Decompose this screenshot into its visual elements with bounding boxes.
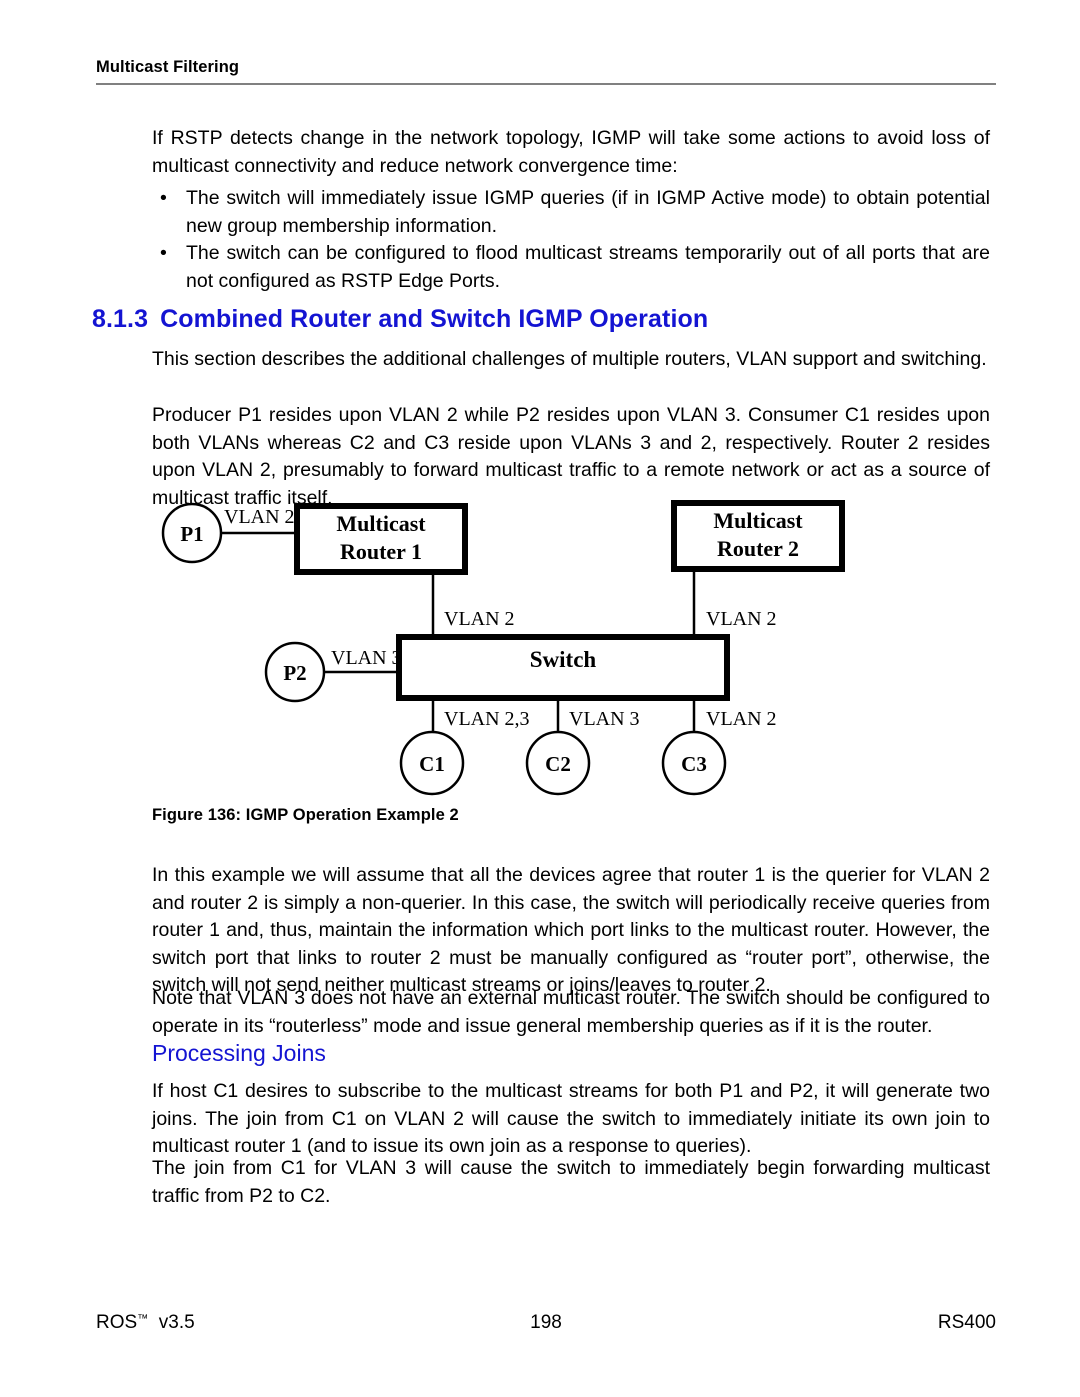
node-p1-label: P1 <box>180 522 203 546</box>
subsection-paragraph-2-block: The join from C1 for VLAN 3 will cause t… <box>152 1155 990 1210</box>
intro-bullet-list: • The switch will immediately issue IGMP… <box>152 185 990 295</box>
link-label-p2-switch: VLAN 3 <box>331 647 402 669</box>
subsection-heading: Processing Joins <box>152 1040 326 1066</box>
page-header-rule <box>96 82 996 85</box>
link-label-switch-c3: VLAN 2 <box>706 708 777 730</box>
list-item: • The switch will immediately issue IGMP… <box>152 185 990 240</box>
discussion-paragraph-1: In this example we will assume that all … <box>152 864 990 996</box>
discussion-paragraph-2-block: Note that VLAN 3 does not have an extern… <box>152 985 990 1040</box>
node-p2-label: P2 <box>283 661 306 685</box>
section-paragraph-2: Producer P1 resides upon VLAN 2 while P2… <box>152 404 990 509</box>
node-c2-label: C2 <box>545 752 571 776</box>
link-label-p1-router1: VLAN 2 <box>224 506 295 528</box>
node-c1-label: C1 <box>419 752 445 776</box>
subsection-paragraph-1: If host C1 desires to subscribe to the m… <box>152 1080 990 1157</box>
link-label-router1-switch: VLAN 2 <box>444 608 515 630</box>
list-item-label: The switch can be configured to flood mu… <box>186 242 990 292</box>
multicast-router-1-label-line2: Router 1 <box>340 539 422 564</box>
page-header: Multicast Filtering <box>96 58 996 85</box>
section-heading-block: 8.1.3 Combined Router and Switch IGMP Ope… <box>92 305 992 334</box>
page-header-title: Multicast Filtering <box>96 58 240 76</box>
figure-caption-block: Figure 136: IGMP Operation Example 2 <box>152 806 990 825</box>
subsection-paragraph-2: The join from C1 for VLAN 3 will cause t… <box>152 1157 990 1207</box>
subsection-paragraph-1-block: If host C1 desires to subscribe to the m… <box>152 1078 990 1161</box>
intro-paragraph: If RSTP detects change in the network to… <box>152 127 990 177</box>
list-item: • The switch can be configured to flood … <box>152 240 990 295</box>
multicast-router-1-label-line1: Multicast <box>336 511 426 536</box>
multicast-router-2-label-line2: Router 2 <box>717 536 799 561</box>
multicast-router-2-label-line1: Multicast <box>713 508 803 533</box>
footer-page-number: 198 <box>530 1312 562 1333</box>
link-label-router2-switch: VLAN 2 <box>706 608 777 630</box>
section-heading: 8.1.3 Combined Router and Switch IGMP Ope… <box>92 305 992 334</box>
bullet-icon: • <box>160 242 167 264</box>
subsection-heading-block: Processing Joins <box>152 1040 990 1067</box>
section-paragraph-1: This section describes the additional ch… <box>152 348 987 370</box>
list-item-label: The switch will immediately issue IGMP q… <box>186 187 990 237</box>
node-c3-label: C3 <box>681 752 707 776</box>
section-paragraph-2-block: Producer P1 resides upon VLAN 2 while P2… <box>152 402 990 512</box>
discussion-paragraph-2: Note that VLAN 3 does not have an extern… <box>152 987 990 1037</box>
section-number: 8.1.3 <box>92 305 149 333</box>
footer-model: RS400 <box>937 1312 996 1333</box>
section-paragraph-1-block: This section describes the additional ch… <box>152 346 990 374</box>
section-title: Combined Router and Switch IGMP Operatio… <box>160 305 709 333</box>
intro-block: If RSTP detects change in the network to… <box>152 125 990 180</box>
figure-caption: Figure 136: IGMP Operation Example 2 <box>152 806 459 824</box>
discussion-paragraph-1-block: In this example we will assume that all … <box>152 862 990 1000</box>
link-label-switch-c2: VLAN 3 <box>569 708 640 730</box>
bullet-icon: • <box>160 187 167 209</box>
switch-label: Switch <box>530 647 597 672</box>
link-label-switch-c1: VLAN 2,3 <box>444 708 530 730</box>
